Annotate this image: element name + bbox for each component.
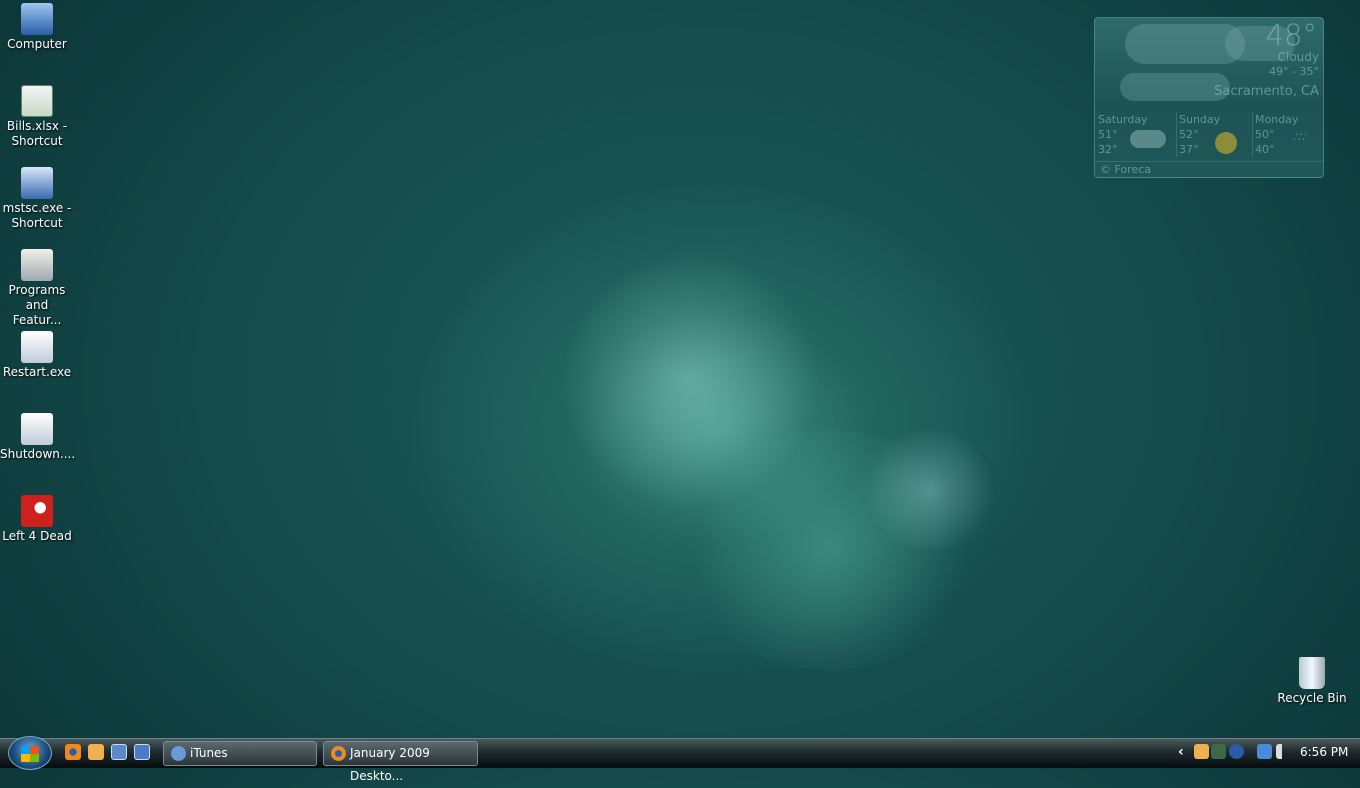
volume-tray-icon[interactable] xyxy=(1276,744,1291,759)
exe-shortcut-icon xyxy=(21,331,53,363)
rain-icon: ∴∵ xyxy=(1293,130,1307,144)
remote-desktop-icon xyxy=(21,167,53,199)
forecast-day: Saturday 51° 32° xyxy=(1098,112,1172,157)
aim-tray-icon[interactable] xyxy=(1229,744,1244,759)
weather-gadget[interactable]: 48° Cloudy 49° - 35° Sacramento, CA Satu… xyxy=(1094,17,1324,178)
cloudy-icon xyxy=(1130,130,1166,148)
current-temp: 48° xyxy=(1265,18,1317,52)
forecast-day: Sunday 52° 37° xyxy=(1176,112,1250,157)
windows-logo-icon xyxy=(21,746,39,762)
firefox-quicklaunch-icon[interactable] xyxy=(65,744,81,760)
desktop-icon-shutdown[interactable]: Shutdown.... xyxy=(0,413,75,462)
desktop-icon-left4dead[interactable]: Left 4 Dead xyxy=(0,495,74,544)
wallpaper-glow xyxy=(860,430,1000,550)
itunes-icon xyxy=(171,746,186,761)
mail-tray-icon[interactable] xyxy=(1194,744,1209,759)
programs-features-icon xyxy=(21,249,53,281)
computer-icon xyxy=(21,3,53,35)
clock[interactable]: 6:56 PM xyxy=(1300,745,1348,759)
desktop-icon-mstsc[interactable]: mstsc.exe - Shortcut xyxy=(0,167,74,231)
wallpaper-glow xyxy=(680,430,980,670)
start-button[interactable] xyxy=(8,736,52,770)
taskbar-button-itunes[interactable]: iTunes xyxy=(163,741,317,766)
desktop-icon-bills[interactable]: Bills.xlsx - Shortcut xyxy=(0,85,74,149)
sun-icon xyxy=(1215,132,1237,154)
desktop-icon-recycle-bin[interactable]: Recycle Bin xyxy=(1274,657,1350,706)
desktop-icon-restart[interactable]: Restart.exe xyxy=(0,331,74,380)
desktop-icon-computer[interactable]: Computer xyxy=(0,3,74,52)
desktop-icon-programs[interactable]: Programs and Featur... xyxy=(0,249,74,328)
temp-range: 49° - 35° xyxy=(1269,65,1319,78)
provider-link[interactable]: © Foreca xyxy=(1095,161,1323,177)
mail-quicklaunch-icon[interactable] xyxy=(88,744,104,760)
exe-shortcut-icon xyxy=(21,413,53,445)
switch-windows-icon[interactable] xyxy=(111,744,127,760)
forecast-day: Monday 50° 40° ∴∵ xyxy=(1252,112,1322,157)
wallpaper-glow xyxy=(560,250,820,510)
network-tray-icon[interactable] xyxy=(1257,744,1272,759)
recycle-bin-icon xyxy=(1299,657,1325,689)
left4dead-icon xyxy=(21,495,53,527)
app-tray-icon[interactable] xyxy=(1211,744,1226,759)
current-condition: Cloudy xyxy=(1277,50,1319,64)
location: Sacramento, CA xyxy=(1214,84,1319,99)
firefox-icon xyxy=(331,746,346,761)
excel-shortcut-icon xyxy=(21,85,53,117)
show-desktop-icon[interactable] xyxy=(134,744,150,760)
tray-expand-chevron[interactable]: ‹ xyxy=(1178,744,1184,760)
taskbar-button-firefox[interactable]: January 2009 Deskto... xyxy=(323,741,478,783)
